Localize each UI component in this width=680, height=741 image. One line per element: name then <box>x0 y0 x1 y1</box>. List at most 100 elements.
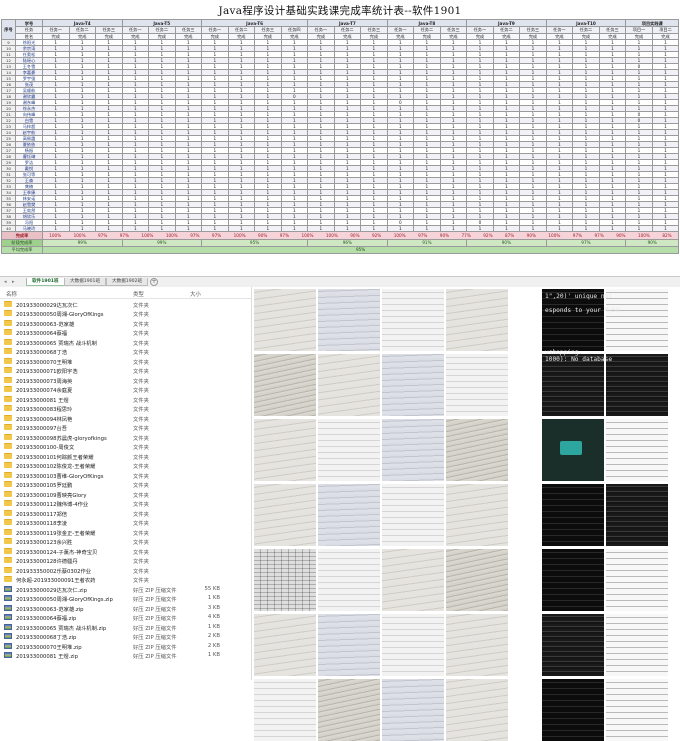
photo-thumbnail[interactable] <box>446 614 508 676</box>
photo-thumbnail[interactable] <box>446 354 508 416</box>
folder-row[interactable]: 201933000097台吾 文件夹 <box>0 423 251 432</box>
folder-row[interactable]: 201933000071欧阳宇浩 文件夹 <box>0 366 251 375</box>
zip-file-row[interactable]: 201933000050周湘-GloryOfKings.zip 好压 ZIP 压缩… <box>0 594 251 603</box>
photo-thumbnail[interactable] <box>254 354 316 416</box>
folder-row[interactable]: 201933000065 贾瑞杰 战斗机制 文件夹 <box>0 337 251 347</box>
screenshot-thumbnail[interactable] <box>542 484 604 546</box>
column-name-header[interactable]: 名称 <box>6 290 17 298</box>
photo-thumbnail[interactable] <box>382 419 444 481</box>
folder-row[interactable]: 201933000105罗廷鹏 文件夹 <box>0 480 251 489</box>
tab-bigdata-1901[interactable]: 大数据1901班 <box>64 278 107 286</box>
file-type: 文件夹 <box>133 312 149 318</box>
folder-row[interactable]: 201933000109曹映亮Glory 文件夹 <box>0 489 251 499</box>
photo-thumbnail[interactable] <box>254 419 316 481</box>
screenshot-thumbnail[interactable] <box>606 679 668 741</box>
file-name: 201933000065 贾瑞杰 战斗机制 <box>16 340 97 347</box>
screenshot-thumbnail[interactable] <box>606 484 668 546</box>
folder-row[interactable]: 201933350002乐蔡0302作业 文件夹 <box>0 565 251 575</box>
folder-row[interactable]: 201933000100-周俊文 文件夹 <box>0 442 251 451</box>
screenshot-thumbnail[interactable] <box>542 419 604 481</box>
screenshot-thumbnail[interactable] <box>542 614 604 676</box>
folder-row[interactable]: 何永超-201933000091王者农药 文件夹 <box>0 575 251 584</box>
folder-row[interactable]: 201933000098苏晨虎-gloryofkings 文件夹 <box>0 432 251 442</box>
photo-thumbnail[interactable] <box>382 679 444 741</box>
photo-thumbnail[interactable] <box>382 484 444 546</box>
photo-thumbnail[interactable] <box>446 484 508 546</box>
column-size-header[interactable]: 大小 <box>190 290 201 298</box>
photo-thumbnail[interactable] <box>446 549 508 611</box>
folder-row[interactable]: 201933000094林凤艳 文件夹 <box>0 413 251 423</box>
tab-prev-icon[interactable]: ◂ <box>4 279 7 285</box>
zip-file-row[interactable]: 201933000029达瓦次仁.zip 好压 ZIP 压缩文件 55 KB <box>0 584 251 594</box>
group-header: Java-T9 <box>466 19 547 27</box>
zip-file-row[interactable]: 201933000065 贾瑞杰 战斗机制.zip 好压 ZIP 压缩文件 1 KB <box>0 622 251 632</box>
photo-thumbnail[interactable] <box>382 614 444 676</box>
photo-thumbnail[interactable] <box>254 549 316 611</box>
folder-row[interactable]: 201933000103曹维-GloryOfKings 文件夹 <box>0 470 251 480</box>
folder-row[interactable]: 201933000068丁浩 文件夹 <box>0 347 251 356</box>
folder-row[interactable]: 201933000070王明堆 文件夹 <box>0 356 251 366</box>
folder-row[interactable]: 201933000124-子薰杰-神奇宝贝 文件夹 <box>0 546 251 556</box>
file-name: 201933000073周海英 <box>16 378 73 385</box>
photo-thumbnail[interactable] <box>318 354 380 416</box>
column-type-header[interactable]: 类型 <box>133 290 144 298</box>
folder-row[interactable]: 201933000102陈俊龙-王者荣耀 文件夹 <box>0 461 251 470</box>
photo-thumbnail[interactable] <box>254 679 316 741</box>
folder-icon <box>4 348 12 354</box>
folder-row[interactable]: 201933000050周湘-GloryOfKings 文件夹 <box>0 309 251 318</box>
photo-thumbnail[interactable] <box>446 419 508 481</box>
zip-file-row[interactable]: 201933000081 王煜.zip 好压 ZIP 压缩文件 1 KB <box>0 651 251 660</box>
screenshot-thumbnail[interactable] <box>606 614 668 676</box>
tab-next-icon[interactable]: ▸ <box>12 279 15 285</box>
photo-thumbnail[interactable] <box>318 679 380 741</box>
file-type: 文件夹 <box>133 340 149 347</box>
file-name: 201933000029达瓦次仁 <box>16 302 78 309</box>
photo-thumbnail[interactable] <box>446 679 508 741</box>
photo-thumbnail[interactable] <box>382 549 444 611</box>
tab-bigdata-1902[interactable]: 大数据1902班 <box>106 278 149 286</box>
photo-thumbnail[interactable] <box>382 354 444 416</box>
completion-rate-value: 90% <box>350 232 360 238</box>
folder-row[interactable]: 201933000083程思玲 文件夹 <box>0 404 251 413</box>
add-sheet-icon[interactable]: + <box>150 278 158 286</box>
photo-thumbnail[interactable] <box>254 289 316 351</box>
folder-row[interactable]: 201933000074余庭夏 文件夹 <box>0 385 251 394</box>
folder-row[interactable]: 201933000128许德疆丹 文件夹 <box>0 556 251 565</box>
zip-file-row[interactable]: 201933000063-范家雄.zip 好压 ZIP 压缩文件 3 KB <box>0 603 251 613</box>
photo-thumbnail[interactable] <box>318 484 380 546</box>
photo-thumbnail[interactable] <box>318 614 380 676</box>
folder-row[interactable]: 201933000112魏伟博-4作业 文件夹 <box>0 499 251 508</box>
screenshot-thumbnail[interactable] <box>542 679 604 741</box>
tab-software-1901[interactable]: 软件1901班 <box>26 278 65 286</box>
zip-archive-icon <box>4 585 12 592</box>
completion-table[interactable]: 序号 学号 Java-T4 Java-T5 Java-T6 Java-T7 Java-T8 J… <box>1 19 680 254</box>
completion-rate-label: 完成率 <box>1 230 43 240</box>
screenshot-thumbnail[interactable] <box>606 419 668 481</box>
folder-row[interactable]: 201933000063-范家雄 文件夹 <box>0 318 251 328</box>
zip-file-row[interactable]: 201933000068丁浩.zip 好压 ZIP 压缩文件 2 KB <box>0 632 251 641</box>
folder-row[interactable]: 201933000029达瓦次仁 文件夹 <box>0 299 251 309</box>
folder-row[interactable]: 201933000081 王煜 文件夹 <box>0 394 251 404</box>
photo-thumbnail[interactable] <box>318 289 380 351</box>
screenshot-thumbnail[interactable] <box>606 549 668 611</box>
photo-thumbnail[interactable] <box>446 289 508 351</box>
photo-thumbnail[interactable] <box>254 484 316 546</box>
completion-rate-value: 100% <box>73 232 86 238</box>
header-student-id: 学号 <box>15 19 43 27</box>
photo-thumbnail[interactable] <box>318 549 380 611</box>
screenshot-thumbnail[interactable] <box>542 549 604 611</box>
zip-file-row[interactable]: 201933000064蔡福.zip 好压 ZIP 压缩文件 4 KB <box>0 613 251 622</box>
folder-row[interactable]: 201933000073周海英 文件夹 <box>0 375 251 385</box>
file-name: 201933000063-范家雄.zip <box>16 606 84 613</box>
file-type: 文件夹 <box>133 464 149 470</box>
folder-row[interactable]: 201933000064蔡福 文件夹 <box>0 328 251 337</box>
folder-row[interactable]: 201933000119张金正-王者荣耀 文件夹 <box>0 527 251 537</box>
folder-row[interactable]: 201933000101何踪颜王者荣耀 文件夹 <box>0 451 251 461</box>
folder-row[interactable]: 201933000117郑倍 文件夹 <box>0 508 251 518</box>
photo-thumbnail[interactable] <box>318 419 380 481</box>
folder-row[interactable]: 201933000123余兴胜 文件夹 <box>0 537 251 546</box>
zip-file-row[interactable]: 201933000070王明堆.zip 好压 ZIP 压缩文件 2 KB <box>0 641 251 651</box>
folder-row[interactable]: 201933000118李凌 文件夹 <box>0 518 251 527</box>
photo-thumbnail[interactable] <box>382 289 444 351</box>
photo-thumbnail[interactable] <box>254 614 316 676</box>
